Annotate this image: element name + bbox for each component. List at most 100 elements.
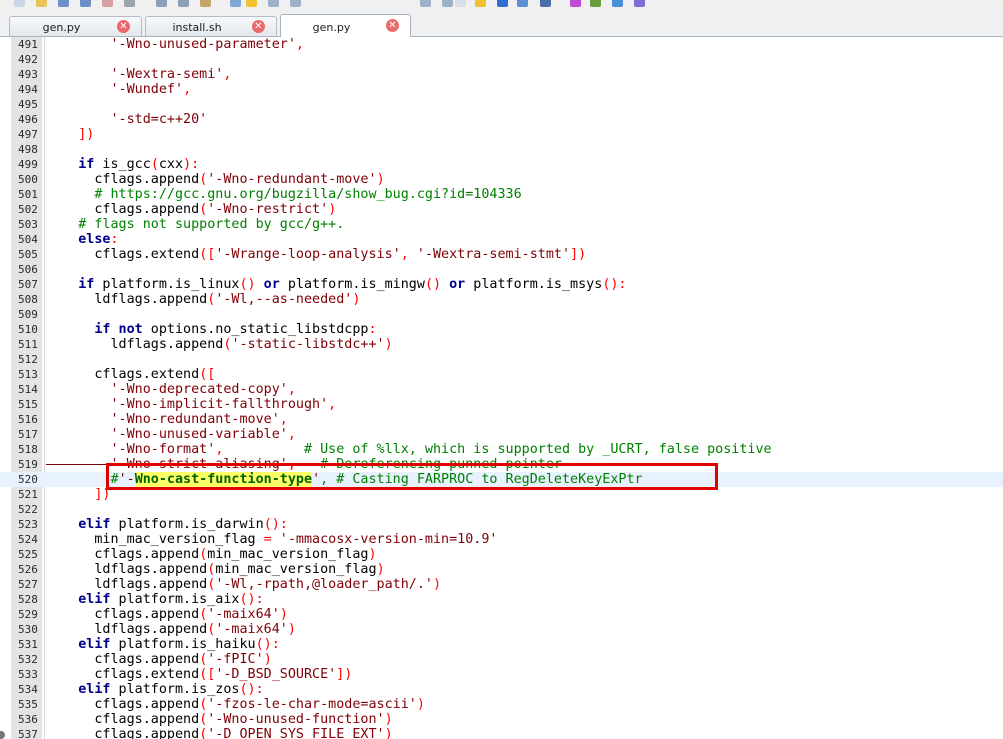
macro-play-icon[interactable] (497, 0, 508, 7)
operator-token: (): (255, 637, 280, 652)
code-line[interactable]: 523 elif platform.is_darwin(): (0, 517, 1003, 532)
code-text: '-Wno-strict-aliasing', # Dereferencing … (46, 457, 561, 472)
save-icon[interactable] (58, 0, 69, 7)
code-line[interactable]: 501 # https://gcc.gnu.org/bugzilla/show_… (0, 187, 1003, 202)
code-line[interactable]: 493 '-Wextra-semi', (0, 67, 1003, 82)
code-line[interactable]: 508 ldflags.append('-Wl,--as-needed') (0, 292, 1003, 307)
comment-token: # flags not supported by gcc/g++. (46, 217, 345, 232)
code-line[interactable]: 492 (0, 52, 1003, 67)
code-text: '-Wno-implicit-fallthrough', (46, 397, 336, 412)
line-number: 517 (18, 428, 38, 441)
close-tab-icon[interactable]: ✕ (117, 20, 130, 33)
code-token: cflags.append (46, 547, 200, 562)
code-line[interactable]: 534 elif platform.is_zos(): (0, 682, 1003, 697)
code-line[interactable]: 503 # flags not supported by gcc/g++. (0, 217, 1003, 232)
code-line[interactable]: 530 ldflags.append('-maix64') (0, 622, 1003, 637)
operator-token: (): (263, 517, 288, 532)
tab-gen-py-active[interactable]: gen.py ✕ (280, 14, 411, 37)
function-list-icon[interactable] (540, 0, 551, 7)
code-line[interactable]: 499 if is_gcc(cxx): (0, 157, 1003, 172)
code-line[interactable]: 517 '-Wno-unused-variable', (0, 427, 1003, 442)
close-file-icon[interactable] (102, 0, 113, 7)
run-icon[interactable] (570, 0, 581, 7)
open-file-icon[interactable] (36, 0, 47, 7)
macro-record-icon[interactable] (475, 0, 486, 7)
code-line[interactable]: 513 cflags.extend([ (0, 367, 1003, 382)
code-line[interactable]: 512 (0, 352, 1003, 367)
code-line[interactable]: 521 ]) (0, 487, 1003, 502)
code-line[interactable]: 533 cflags.extend(['-D_BSD_SOURCE']) (0, 667, 1003, 682)
code-line[interactable]: 506 (0, 262, 1003, 277)
zoom-in-icon[interactable] (420, 0, 431, 7)
play-icon[interactable] (590, 0, 601, 7)
close-tab-icon[interactable]: ✕ (252, 20, 265, 33)
code-line[interactable]: 531 elif platform.is_haiku(): (0, 637, 1003, 652)
cut-icon[interactable] (156, 0, 167, 7)
code-line[interactable]: 514 '-Wno-deprecated-copy', (0, 382, 1003, 397)
line-number: 512 (18, 353, 38, 366)
code-line[interactable]: 536 cflags.append('-Wno-unused-function'… (0, 712, 1003, 727)
sync-icon[interactable] (455, 0, 466, 7)
code-text: cflags.extend(['-D_BSD_SOURCE']) (46, 667, 352, 682)
code-line[interactable]: 495 (0, 97, 1003, 112)
keyword-token: else (46, 232, 111, 247)
find-icon[interactable] (268, 0, 279, 7)
code-line[interactable]: 525 cflags.append(min_mac_version_flag) (0, 547, 1003, 562)
new-file-icon[interactable] (14, 0, 25, 7)
code-line[interactable]: 524 min_mac_version_flag = '-mmacosx-ver… (0, 532, 1003, 547)
copy-icon[interactable] (178, 0, 189, 7)
save-all-icon[interactable] (80, 0, 91, 7)
code-token: min_mac_version_flag (46, 532, 264, 547)
monitor-icon[interactable] (634, 0, 645, 7)
code-line[interactable]: 491 '-Wno-unused-parameter', (0, 37, 1003, 52)
tab-gen-py-1[interactable]: gen.py ✕ (9, 16, 142, 36)
code-text: cflags.append('-Wno-redundant-move') (46, 172, 384, 187)
bookmark-star-icon[interactable] (246, 0, 257, 7)
code-line[interactable]: 519 '-Wno-strict-aliasing', # Dereferenc… (0, 457, 1003, 472)
code-line[interactable]: 522 (0, 502, 1003, 517)
code-line[interactable]: 498 (0, 142, 1003, 157)
code-line[interactable]: 535 cflags.append('-fzos-le-char-mode=as… (0, 697, 1003, 712)
code-text: cflags.append(min_mac_version_flag) (46, 547, 376, 562)
code-line[interactable]: 518 '-Wno-format', # Use of %llx, which … (0, 442, 1003, 457)
code-line[interactable]: 516 '-Wno-redundant-move', (0, 412, 1003, 427)
operator-token: ]) (570, 247, 587, 262)
keyword-token: or (441, 277, 466, 292)
code-line[interactable]: 520 #'-Wno-cast-function-type', # Castin… (0, 472, 1003, 487)
undo-icon[interactable] (230, 0, 241, 7)
code-line[interactable]: 529 cflags.append('-maix64') (0, 607, 1003, 622)
tab-install-sh[interactable]: install.sh ✕ (145, 16, 277, 36)
code-line[interactable]: 532 cflags.append('-fPIC') (0, 652, 1003, 667)
code-editor[interactable]: 491 '-Wno-unused-parameter', 492 493 '-Wex… (0, 37, 1003, 739)
code-line[interactable]: 502 cflags.append('-Wno-restrict') (0, 202, 1003, 217)
code-line[interactable]: 500 cflags.append('-Wno-redundant-move') (0, 172, 1003, 187)
code-line[interactable]: 504 else: (0, 232, 1003, 247)
string-token: '-std=c++20' (46, 112, 208, 127)
code-text: min_mac_version_flag = '-mmacosx-version… (46, 532, 497, 547)
zoom-out-icon[interactable] (442, 0, 453, 7)
close-tab-icon[interactable]: ✕ (386, 19, 399, 32)
code-line[interactable]: 537 cflags.append('-D_OPEN_SYS_FILE_EXT'… (0, 727, 1003, 739)
code-line[interactable]: 496 '-std=c++20' (0, 112, 1003, 127)
code-line[interactable]: 494 '-Wundef', (0, 82, 1003, 97)
code-line[interactable]: 510 if not options.no_static_libstdcpp: (0, 322, 1003, 337)
code-line[interactable]: 497 ]) (0, 127, 1003, 142)
operator-token: ) (352, 292, 361, 307)
code-line[interactable]: 526 ldflags.append(min_mac_version_flag) (0, 562, 1003, 577)
code-line[interactable]: 511 ldflags.append('-static-libstdc++') (0, 337, 1003, 352)
code-line[interactable]: 505 cflags.extend(['-Wrange-loop-analysi… (0, 247, 1003, 262)
print-icon[interactable] (124, 0, 135, 7)
operator-token: ( (150, 157, 159, 172)
paste-icon[interactable] (200, 0, 211, 7)
code-line[interactable]: 507 if platform.is_linux() or platform.i… (0, 277, 1003, 292)
code-line[interactable]: 527 ldflags.append('-Wl,-rpath,@loader_p… (0, 577, 1003, 592)
code-line[interactable]: 515 '-Wno-implicit-fallthrough', (0, 397, 1003, 412)
code-line[interactable]: 528 elif platform.is_aix(): (0, 592, 1003, 607)
replace-icon[interactable] (290, 0, 301, 7)
operator-token: ) (287, 622, 296, 637)
code-line[interactable]: 509 (0, 307, 1003, 322)
operator-token: ) (432, 577, 442, 592)
stop-icon[interactable] (612, 0, 623, 7)
doc-map-icon[interactable] (517, 0, 528, 7)
line-number: 515 (18, 398, 38, 411)
